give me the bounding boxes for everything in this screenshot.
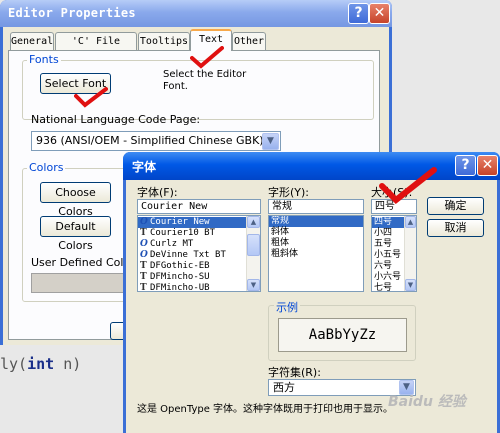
size-list-item[interactable]: 六号 — [372, 261, 405, 272]
user-defined-color-file-field[interactable] — [31, 273, 127, 293]
opentype-icon: O — [140, 250, 148, 260]
font-list-item[interactable]: O Curlz MT — [138, 239, 247, 250]
truetype-icon: T — [140, 261, 147, 271]
style-list-item[interactable]: 斜体 — [269, 227, 363, 238]
font-name-input[interactable]: Courier New — [137, 199, 261, 214]
scroll-up-icon[interactable]: ▲ — [405, 216, 416, 228]
opentype-icon: O — [140, 217, 148, 227]
style-list-item[interactable]: 粗体 — [269, 238, 363, 249]
checkmark-annotation-icon — [379, 167, 437, 205]
style-list-item-label: 粗斜体 — [271, 249, 299, 259]
checkmark-annotation-icon — [74, 87, 108, 108]
choose-colors-button[interactable]: Choose Colors — [40, 182, 111, 218]
font-list[interactable]: O Courier New T Courier10 BT O Curlz MT O DeVin… — [137, 215, 261, 292]
font-list-item-label: Curlz MT — [150, 239, 194, 249]
font-dialog-close-button[interactable]: ✕ — [477, 155, 498, 176]
size-list-item[interactable]: 四号 — [372, 217, 405, 228]
style-list-item[interactable]: 常规 — [269, 216, 363, 227]
code-prefix: ly( — [0, 355, 28, 373]
tab-tooltips[interactable]: Tooltips — [138, 32, 190, 50]
font-style-input[interactable]: 常规 — [268, 199, 364, 214]
style-list-item[interactable]: 粗斜体 — [269, 249, 363, 260]
size-list-item-label: 四号 — [374, 217, 393, 227]
size-list-item-label: 六号 — [374, 261, 393, 271]
editor-close-button[interactable]: ✕ — [369, 3, 390, 24]
fonts-group-label: Fonts — [27, 53, 61, 66]
font-list-item[interactable]: T DFMincho-SU — [138, 272, 247, 283]
font-list-item-label: DFMincho-UB — [150, 283, 210, 292]
tab-general[interactable]: General — [10, 32, 54, 50]
font-list-item-label: Courier10 BT — [150, 228, 216, 238]
editor-window-title: Editor Properties — [8, 6, 136, 20]
size-list-item[interactable]: 小六号 — [372, 272, 405, 283]
size-list-item[interactable]: 小四 — [372, 228, 405, 239]
truetype-icon: T — [140, 272, 147, 282]
style-label: 字形(Y): — [268, 186, 310, 199]
truetype-icon: T — [140, 283, 147, 292]
code-snippet: ly(int n) — [0, 355, 81, 373]
font-list-item[interactable]: T Courier10 BT — [138, 228, 247, 239]
charset-value: 西方 — [273, 381, 295, 394]
size-list-item-label: 小四 — [374, 228, 393, 238]
charset-label: 字符集(R): — [268, 366, 321, 379]
checkmark-annotation-icon — [190, 46, 224, 69]
font-dialog-title: 字体 — [132, 160, 157, 174]
font-info-text: 这是 OpenType 字体。这种字体既用于打印也用于显示。 — [137, 404, 394, 415]
size-list-item[interactable]: 小五号 — [372, 250, 405, 261]
font-label: 字体(F): — [137, 186, 178, 199]
sample-label: 示例 — [274, 299, 300, 315]
font-list-item[interactable]: T DFMincho-UB — [138, 283, 247, 292]
default-colors-button[interactable]: Default Colors — [40, 216, 111, 252]
font-list-items: O Courier New T Courier10 BT O Curlz MT O DeVin… — [138, 217, 247, 292]
size-list-scrollbar[interactable]: ▲ ▼ — [404, 216, 416, 291]
size-list-item-label: 小五号 — [374, 250, 402, 260]
size-list-items: 四号 小四 五号 小五号 六号 小六号 七号 — [372, 217, 405, 292]
editor-help-button[interactable]: ? — [348, 3, 369, 24]
font-list-item[interactable]: T DFGothic-EB — [138, 261, 247, 272]
font-list-item-label: DFMincho-SU — [150, 272, 210, 282]
font-size-list[interactable]: 四号 小四 五号 小五号 六号 小六号 七号 ▲ ▼ — [371, 215, 417, 292]
scroll-down-icon[interactable]: ▼ — [247, 279, 260, 291]
font-list-item-label: DeVinne Txt BT — [150, 250, 226, 260]
size-list-item-label: 小六号 — [374, 272, 402, 282]
code-suffix: n) — [54, 355, 82, 373]
code-page-label: National Language Code Page: — [31, 113, 201, 126]
scroll-up-icon[interactable]: ▲ — [247, 216, 260, 228]
style-list-item-label: 常规 — [271, 216, 290, 226]
font-list-item-label: DFGothic-EB — [150, 261, 210, 271]
code-keyword: int — [27, 355, 55, 373]
tab-other[interactable]: Other — [232, 32, 266, 50]
size-list-item-label: 五号 — [374, 239, 393, 249]
font-list-item[interactable]: O DeVinne Txt BT — [138, 250, 247, 261]
size-list-item[interactable]: 七号 — [372, 283, 405, 292]
opentype-icon: O — [140, 239, 148, 249]
code-page-value: 936 (ANSI/OEM - Simplified Chinese GBK) — [36, 134, 264, 147]
style-list-item-label: 斜体 — [271, 227, 290, 237]
font-dialog-title-bar[interactable] — [123, 152, 500, 180]
colors-group-label: Colors — [27, 161, 66, 174]
sample-preview: AaBbYyZz — [278, 318, 407, 352]
size-list-item[interactable]: 五号 — [372, 239, 405, 250]
watermark-logo: Baidu 经验 — [388, 394, 466, 410]
tab-c-file-types[interactable]: 'C' File Types — [55, 32, 137, 64]
font-dialog-help-button[interactable]: ? — [455, 155, 476, 176]
scroll-thumb[interactable] — [247, 234, 260, 256]
font-list-item-label: Courier New — [150, 217, 210, 227]
size-list-item-label: 七号 — [374, 283, 393, 292]
select-font-annotation: Select the Editor Font. — [163, 69, 247, 92]
cancel-button[interactable]: 取消 — [427, 219, 484, 237]
chevron-down-icon[interactable]: ▼ — [262, 133, 279, 150]
font-list-scrollbar[interactable]: ▲ ▼ — [246, 216, 260, 291]
sample-text: AaBbYyZz — [308, 327, 377, 343]
font-list-item[interactable]: O Courier New — [138, 217, 247, 228]
style-list-item-label: 粗体 — [271, 238, 290, 248]
truetype-icon: T — [140, 228, 147, 238]
code-page-select[interactable]: 936 (ANSI/OEM - Simplified Chinese GBK) … — [31, 131, 281, 151]
font-style-list[interactable]: 常规 斜体 粗体 粗斜体 — [268, 215, 364, 292]
scroll-down-icon[interactable]: ▼ — [405, 279, 416, 291]
